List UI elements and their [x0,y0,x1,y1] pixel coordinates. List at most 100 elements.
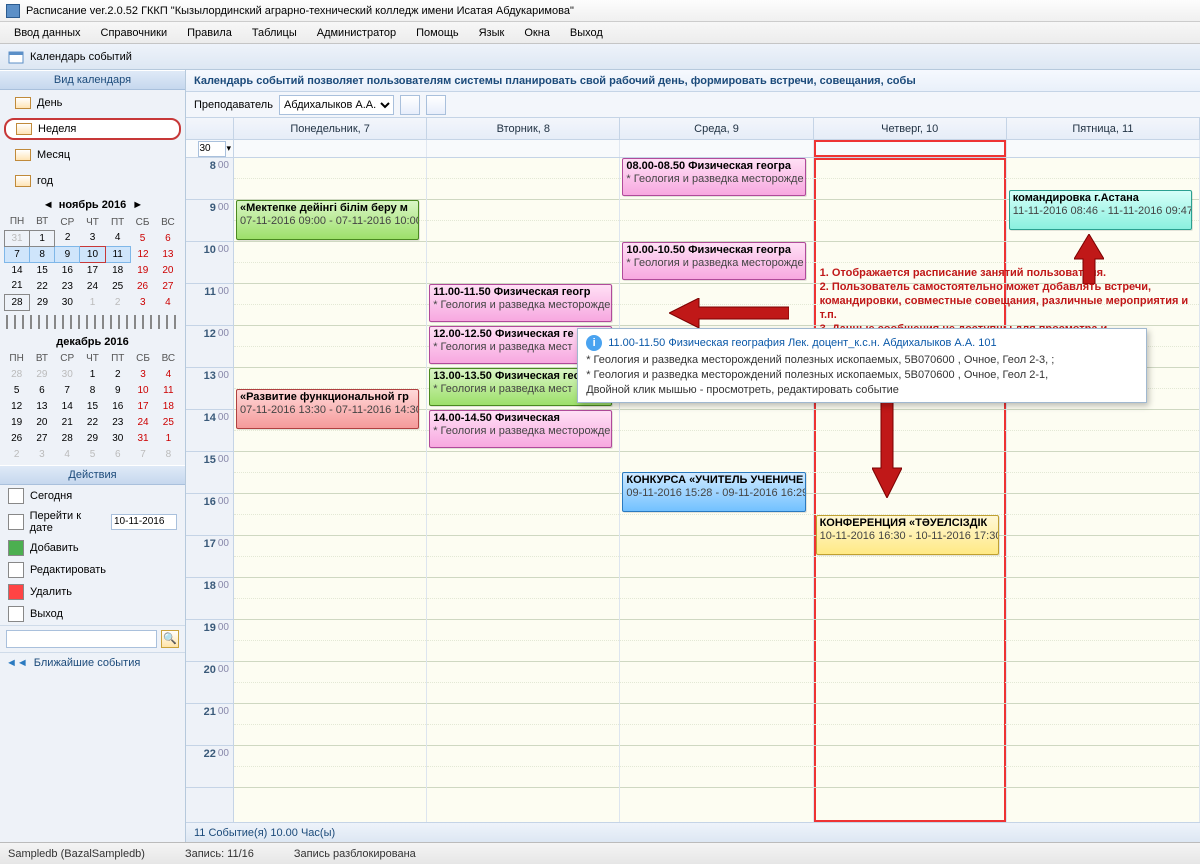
time-slot[interactable] [234,494,426,515]
time-slot[interactable] [234,431,426,452]
time-slot[interactable] [427,662,619,683]
cal-day[interactable]: 18 [105,262,130,278]
time-slot[interactable] [620,578,812,599]
time-slot[interactable] [814,662,1006,683]
time-slot[interactable] [234,578,426,599]
cal-day[interactable]: 2 [105,367,130,383]
time-slot[interactable] [427,746,619,767]
cal-day[interactable]: 17 [130,399,155,415]
cal-day[interactable]: 28 [5,294,30,310]
open-book-icon[interactable] [400,95,420,115]
cal-day[interactable]: 9 [105,383,130,399]
interval-input[interactable] [198,141,226,157]
time-slot[interactable] [814,620,1006,641]
time-slot[interactable] [620,767,812,788]
time-slot[interactable] [814,746,1006,767]
menu-input[interactable]: Ввод данных [6,24,89,42]
time-slot[interactable] [620,200,812,221]
cal-day[interactable]: 2 [4,447,29,463]
refresh-icon[interactable] [426,95,446,115]
search-button[interactable]: 🔍 [161,630,179,648]
cal-day[interactable]: 11 [156,383,181,399]
time-slot[interactable] [427,515,619,536]
time-slot[interactable] [814,221,1006,242]
time-slot[interactable] [814,494,1006,515]
time-slot[interactable] [1007,767,1199,788]
cal-day[interactable]: 6 [105,447,130,463]
time-slot[interactable] [234,620,426,641]
time-slot[interactable] [620,515,812,536]
cal-day[interactable]: 31 [5,230,30,246]
event-1400[interactable]: 14.00-14.50 Физическая* Геология и разве… [429,410,612,448]
cal-day[interactable]: 1 [30,230,55,246]
time-slot[interactable] [620,410,812,431]
time-slot[interactable] [620,452,812,473]
cal-day[interactable]: 27 [29,431,54,447]
time-slot[interactable] [620,599,812,620]
time-slot[interactable] [1007,599,1199,620]
time-slot[interactable] [814,200,1006,221]
time-slot[interactable] [1007,641,1199,662]
goto-date-input[interactable] [111,514,177,530]
cal-day[interactable]: 15 [30,262,55,278]
time-slot[interactable] [1007,725,1199,746]
cal-day[interactable]: 6 [155,230,180,246]
cal-day[interactable]: 3 [80,230,105,246]
event-conference[interactable]: КОНФЕРЕНЦИЯ «ТӘУЕЛСІЗДІК10-11-2016 16:30… [816,515,999,555]
cal-day[interactable]: 2 [55,230,80,246]
cal-day[interactable]: 25 [105,278,130,294]
menu-admin[interactable]: Администратор [309,24,404,42]
view-week[interactable]: Неделя [4,118,181,140]
cal-day[interactable]: 29 [80,431,105,447]
cal-day[interactable]: 29 [29,367,54,383]
cal-day[interactable]: 25 [156,415,181,431]
cal-day[interactable]: 4 [105,230,130,246]
time-slot[interactable] [620,536,812,557]
time-slot[interactable] [1007,431,1199,452]
view-day[interactable]: День [4,92,181,114]
cal-day[interactable]: 7 [5,246,30,262]
cal-day[interactable]: 8 [80,383,105,399]
cal-day[interactable]: 30 [55,294,80,310]
cal-day[interactable]: 23 [55,278,80,294]
time-slot[interactable] [814,641,1006,662]
cal-day[interactable]: 4 [155,294,180,310]
cal-day[interactable]: 24 [130,415,155,431]
time-slot[interactable] [620,431,812,452]
action-add[interactable]: Добавить [0,537,185,559]
time-slot[interactable] [234,767,426,788]
cal-day[interactable]: 17 [80,262,105,278]
time-slot[interactable] [427,452,619,473]
menu-exit[interactable]: Выход [562,24,611,42]
cal-day[interactable]: 8 [156,447,181,463]
cal-day[interactable]: 1 [80,294,105,310]
cal-day[interactable]: 2 [105,294,130,310]
menu-help[interactable]: Помощь [408,24,467,42]
time-slot[interactable] [814,767,1006,788]
time-slot[interactable] [814,452,1006,473]
cal-day[interactable]: 13 [29,399,54,415]
cal-day[interactable]: 4 [156,367,181,383]
minical-dec[interactable]: декабрь 2016 ПНВТСРЧТПТСБВС2829301234567… [0,331,185,465]
time-slot[interactable] [814,725,1006,746]
action-exit[interactable]: Выход [0,603,185,625]
cal-day[interactable]: 21 [55,415,80,431]
time-slot[interactable] [234,746,426,767]
cal-day[interactable]: 19 [130,262,155,278]
cal-day[interactable]: 27 [155,278,180,294]
time-slot[interactable] [814,179,1006,200]
search-input[interactable] [6,630,157,648]
hdr-wed[interactable]: Среда, 9 [620,118,813,139]
time-slot[interactable] [1007,557,1199,578]
cal-day[interactable]: 29 [30,294,55,310]
time-slot[interactable] [427,557,619,578]
cal-day[interactable]: 26 [130,278,155,294]
cal-day[interactable]: 20 [155,262,180,278]
cal-day[interactable]: 26 [4,431,29,447]
cal-day[interactable]: 6 [29,383,54,399]
cal-day[interactable]: 13 [155,246,180,262]
time-slot[interactable] [620,641,812,662]
time-slot[interactable] [234,158,426,179]
time-slot[interactable] [427,704,619,725]
cal-day[interactable]: 28 [4,367,29,383]
